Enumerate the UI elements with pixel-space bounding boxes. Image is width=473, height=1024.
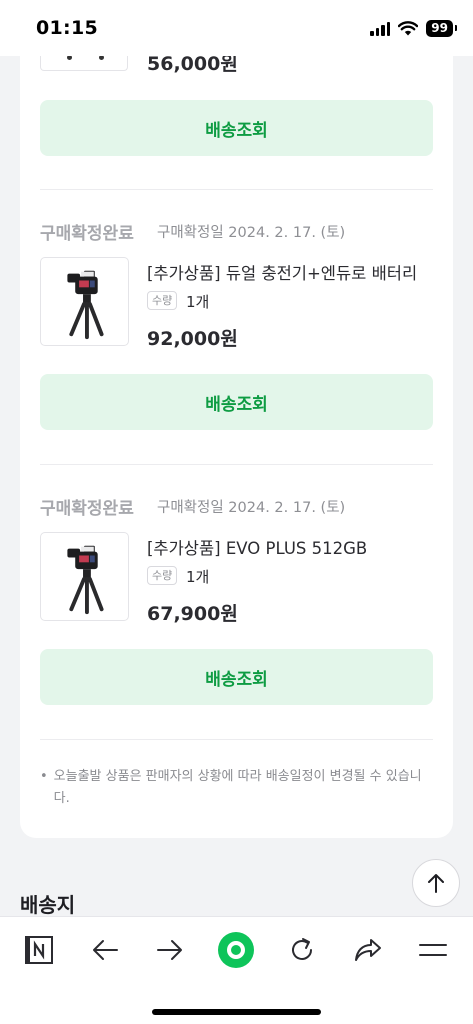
- menu-icon[interactable]: [415, 932, 451, 968]
- status-icons: 99: [370, 20, 457, 37]
- browser-toolbar: [0, 916, 473, 1024]
- notice-text: 오늘출발 상품은 판매자의 상황에 따라 배송일정이 변경될 수 있습니다.: [53, 769, 422, 806]
- order-status: 구매확정완료: [40, 224, 134, 244]
- product-price: 67,900원: [147, 603, 238, 625]
- product-price: 92,000원: [147, 328, 238, 350]
- quantity-badge: 수량: [147, 291, 178, 310]
- product-thumbnail[interactable]: [40, 532, 129, 621]
- green-dot-icon[interactable]: [217, 931, 255, 969]
- section-title-shipping: 배송지: [20, 893, 76, 917]
- quantity-value: 1개: [186, 568, 210, 586]
- shipping-notice: • 오늘출발 상품은 판매자의 상황에 따라 배송일정이 변경될 수 있습니다.: [40, 766, 433, 810]
- camera-product-image: [67, 545, 104, 615]
- status-bar: 01:15 99: [0, 0, 473, 56]
- track-delivery-button[interactable]: 배송조회: [40, 374, 433, 430]
- naver-home-icon[interactable]: [21, 932, 57, 968]
- wifi-icon: [398, 21, 419, 36]
- forward-arrow-icon[interactable]: [152, 932, 188, 968]
- status-time: 01:15: [36, 17, 98, 39]
- notice-bullet: •: [40, 769, 48, 784]
- back-arrow-icon[interactable]: [87, 932, 123, 968]
- scroll-top-button[interactable]: [412, 859, 460, 907]
- product-name[interactable]: [추가상품] EVO PLUS 512GB: [147, 535, 432, 559]
- product-name[interactable]: [추가상품] 듀얼 충전기+엔듀로 배터리: [147, 260, 432, 284]
- refresh-icon[interactable]: [284, 932, 320, 968]
- arrow-up-icon: [428, 874, 444, 893]
- confirm-date: 구매확정일 2024. 2. 17. (토): [157, 225, 346, 241]
- divider: [40, 739, 433, 740]
- cellular-signal-icon: [370, 21, 391, 36]
- quantity-badge: 수량: [147, 566, 178, 585]
- camera-product-image: [67, 270, 104, 340]
- track-delivery-button[interactable]: 배송조회: [40, 100, 433, 156]
- product-thumbnail[interactable]: [40, 257, 129, 346]
- order-card: 56,000원 배송조회 구매확정완료 구매확정일 2024. 2. 17. (…: [20, 40, 453, 838]
- share-icon[interactable]: [350, 932, 386, 968]
- divider: [40, 189, 433, 190]
- order-status: 구매확정완료: [40, 499, 134, 519]
- home-indicator[interactable]: [152, 1009, 321, 1015]
- divider: [40, 464, 433, 465]
- confirm-date: 구매확정일 2024. 2. 17. (토): [157, 500, 346, 516]
- quantity-value: 1개: [186, 293, 210, 311]
- track-delivery-button[interactable]: 배송조회: [40, 649, 433, 705]
- battery-indicator: 99: [426, 20, 457, 37]
